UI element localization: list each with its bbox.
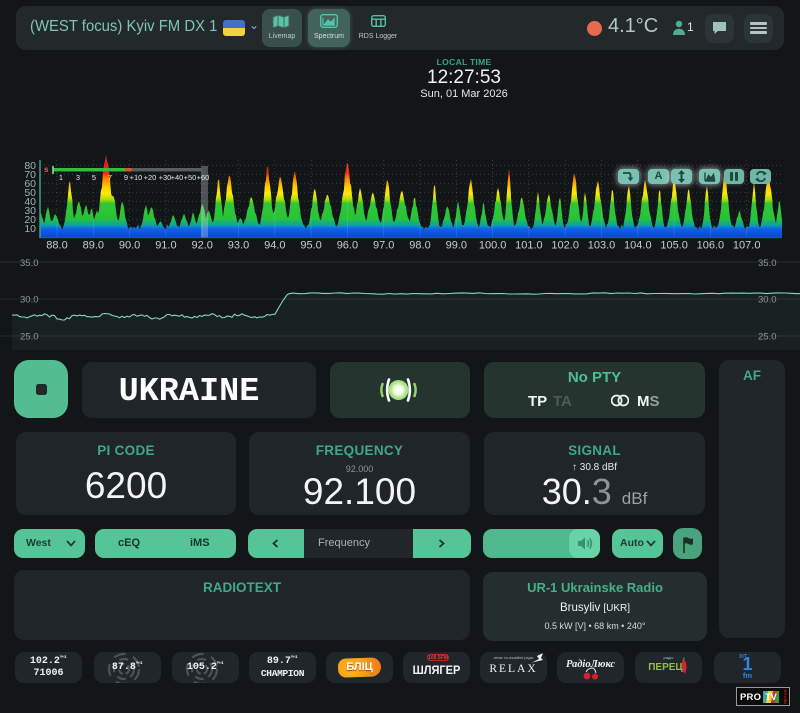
svg-text:35.0: 35.0 bbox=[758, 258, 777, 269]
svg-text:30.0: 30.0 bbox=[20, 295, 39, 306]
svg-text:30.0: 30.0 bbox=[758, 295, 777, 306]
svg-text:35.0: 35.0 bbox=[20, 258, 39, 269]
svg-text:25.0: 25.0 bbox=[20, 332, 39, 343]
svg-text:25.0: 25.0 bbox=[758, 332, 777, 343]
